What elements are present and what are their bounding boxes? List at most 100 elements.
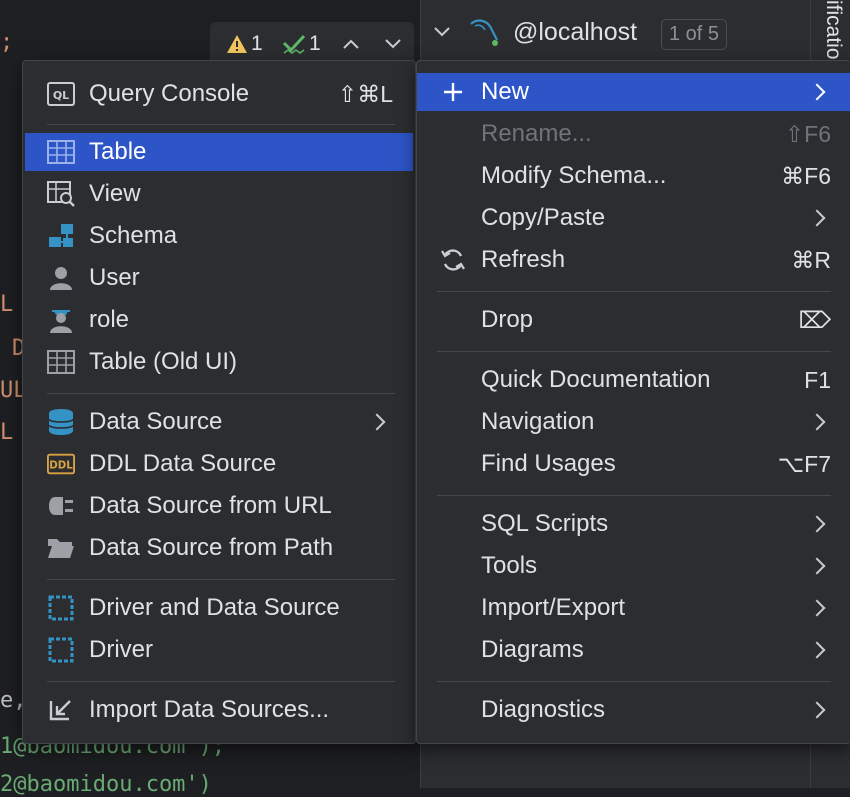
menu-item-label: Diagrams: [481, 636, 584, 663]
table-icon: [47, 348, 75, 376]
menu-item-label: Query Console: [89, 80, 250, 107]
menu-item-tools[interactable]: Tools: [417, 547, 850, 585]
menu-item-label: Data Source from URL: [89, 492, 332, 519]
menu-item-ddl-data-source[interactable]: DDL DDL Data Source: [25, 445, 413, 483]
submenu-arrow-icon: [808, 557, 826, 575]
menu-item-shortcut: ⌘F6: [781, 162, 831, 189]
chevron-up-icon[interactable]: [342, 38, 360, 50]
expand-chevron-icon[interactable]: [433, 26, 451, 38]
menu-item-label: Driver and Data Source: [89, 594, 340, 621]
menu-item-shortcut: ⌘R: [791, 246, 831, 273]
import-icon: [47, 696, 75, 724]
table-icon: [47, 138, 75, 166]
menu-item-modify-schema[interactable]: Modify Schema... ⌘F6: [417, 157, 850, 195]
menu-item-table[interactable]: Table: [25, 133, 413, 171]
menu-separator: [437, 291, 831, 292]
menu-item-label: User: [89, 264, 140, 291]
user-icon: [47, 264, 75, 292]
menu-separator: [47, 579, 395, 580]
menu-item-label: Data Source: [89, 408, 223, 435]
menu-item-diagrams[interactable]: Diagrams: [417, 631, 850, 669]
submenu-arrow-icon: [808, 515, 826, 533]
menu-item-label: Import Data Sources...: [89, 696, 330, 723]
menu-item-rename[interactable]: Rename... ⇧F6: [417, 115, 850, 153]
submenu-arrow-icon: [808, 83, 826, 101]
menu-item-label: Drop: [481, 306, 534, 333]
menu-item-shortcut: F1: [804, 366, 831, 393]
menu-item-label: Table (Old UI): [89, 348, 238, 375]
menu-item-label: Schema: [89, 222, 178, 249]
menu-item-label: Diagnostics: [481, 696, 606, 723]
menu-item-view[interactable]: View: [25, 175, 413, 213]
menu-item-label: Find Usages: [481, 450, 616, 477]
code-fragment: L: [0, 292, 14, 317]
menu-item-shortcut: ⌥F7: [777, 450, 831, 477]
svg-text:QL: QL: [53, 89, 69, 102]
menu-item-sql-scripts[interactable]: SQL Scripts: [417, 505, 850, 543]
submenu-arrow-icon: [808, 599, 826, 617]
menu-item-label: View: [89, 180, 141, 207]
view-icon: [47, 180, 75, 208]
menu-item-table-old-ui[interactable]: Table (Old UI): [25, 343, 413, 381]
submenu-arrow-icon: [808, 209, 826, 227]
menu-item-refresh[interactable]: Refresh ⌘R: [417, 241, 850, 279]
menu-item-role[interactable]: role: [25, 301, 413, 339]
refresh-icon: [439, 246, 467, 274]
new-submenu: QL Query Console ⇧⌘L Table View Schema U…: [22, 60, 416, 744]
folder-icon: [47, 534, 75, 562]
menu-item-data-source-from-url[interactable]: Data Source from URL: [25, 487, 413, 525]
connection-node[interactable]: @localhost 1 of 5: [421, 12, 810, 56]
menu-item-label: Refresh: [481, 246, 566, 273]
menu-item-navigation[interactable]: Navigation: [417, 403, 850, 441]
warning-icon: [227, 35, 247, 53]
menu-item-label: DDL Data Source: [89, 450, 277, 477]
menu-item-driver-and-data-source[interactable]: Driver and Data Source: [25, 589, 413, 627]
menu-item-copy-paste[interactable]: Copy/Paste: [417, 199, 850, 237]
submenu-arrow-icon: [808, 701, 826, 719]
menu-item-user[interactable]: User: [25, 259, 413, 297]
connection-name: @localhost: [513, 18, 638, 46]
code-fragment: 2@baomidou.com'): [0, 772, 212, 797]
role-icon: [47, 306, 75, 334]
menu-item-data-source[interactable]: Data Source: [25, 403, 413, 441]
menu-item-label: New: [481, 78, 530, 105]
menu-item-label: Table: [89, 138, 147, 165]
menu-item-query-console[interactable]: QL Query Console ⇧⌘L: [25, 75, 413, 113]
plus-icon: [439, 78, 467, 106]
menu-separator: [437, 495, 831, 496]
menu-item-diagnostics[interactable]: Diagnostics: [417, 691, 850, 729]
menu-item-new[interactable]: New: [417, 73, 850, 111]
checks-indicator[interactable]: 1: [282, 32, 321, 56]
menu-separator: [437, 681, 831, 682]
menu-item-label: Driver: [89, 636, 153, 663]
chevron-down-icon[interactable]: [384, 38, 402, 50]
menu-item-data-source-from-path[interactable]: Data Source from Path: [25, 529, 413, 567]
menu-item-quick-documentation[interactable]: Quick Documentation F1: [417, 361, 850, 399]
driver-icon: [47, 636, 75, 664]
warnings-indicator[interactable]: 1: [226, 32, 263, 56]
plug-icon: [47, 492, 75, 520]
menu-item-label: Copy/Paste: [481, 204, 606, 231]
menu-separator: [47, 124, 395, 125]
menu-item-import-data-sources[interactable]: Import Data Sources...: [25, 691, 413, 729]
menu-item-drop[interactable]: Drop ⌦: [417, 301, 850, 339]
menu-item-find-usages[interactable]: Find Usages ⌥F7: [417, 445, 850, 483]
menu-item-label: Modify Schema...: [481, 162, 667, 189]
query-console-icon: QL: [47, 80, 75, 108]
menu-separator: [47, 681, 395, 682]
menu-item-shortcut: ⇧⌘L: [337, 80, 393, 107]
menu-item-schema[interactable]: Schema: [25, 217, 413, 255]
submenu-arrow-icon: [808, 413, 826, 431]
menu-item-label: Quick Documentation: [481, 366, 711, 393]
menu-item-import-export[interactable]: Import/Export: [417, 589, 850, 627]
menu-separator: [47, 393, 395, 394]
menu-item-label: Navigation: [481, 408, 595, 435]
menu-item-label: Tools: [481, 552, 538, 579]
menu-separator: [437, 351, 831, 352]
menu-item-driver[interactable]: Driver: [25, 631, 413, 669]
submenu-arrow-icon: [808, 641, 826, 659]
checks-count: 1: [309, 32, 321, 55]
menu-item-label: Rename...: [481, 120, 592, 147]
warnings-count: 1: [251, 32, 263, 55]
schema-icon: [47, 222, 75, 250]
